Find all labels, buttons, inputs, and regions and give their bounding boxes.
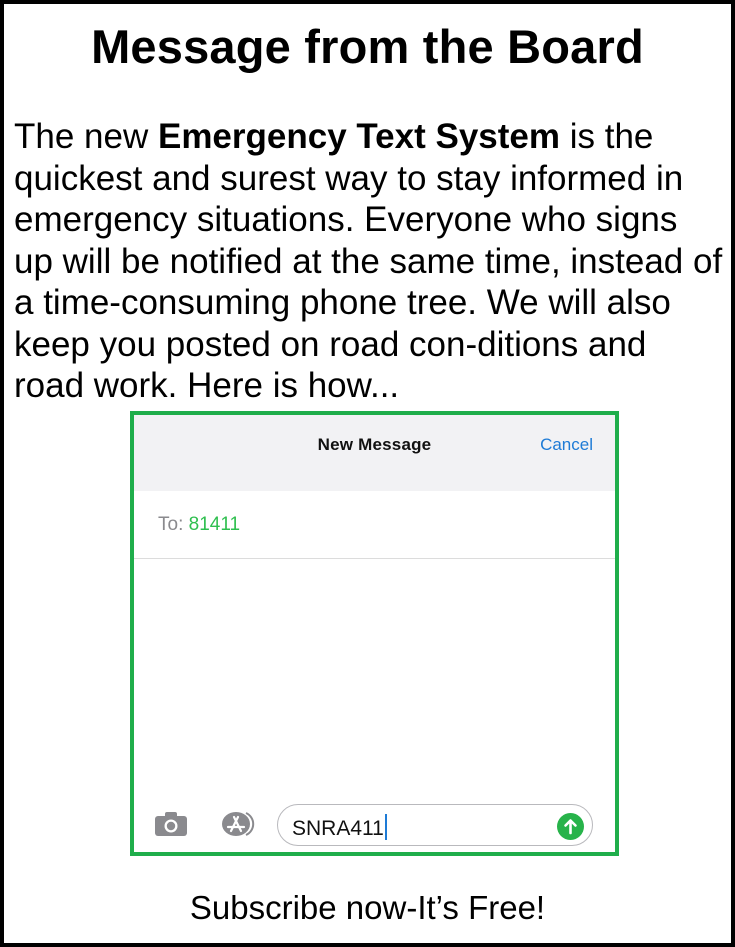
camera-icon[interactable]: [154, 811, 188, 837]
body-rest: is the quickest and surest way to stay i…: [14, 117, 723, 405]
recipient-row[interactable]: To: 81411: [134, 491, 615, 559]
flyer-page: Message from the Board The new Emergency…: [0, 0, 735, 947]
to-label: To:: [158, 514, 189, 535]
message-input[interactable]: SNRA411: [277, 804, 593, 846]
message-nav-bar: New Message Cancel: [134, 415, 615, 491]
cancel-button[interactable]: Cancel: [540, 435, 593, 455]
phone-screenshot: New Message Cancel To: 81411 SNRA411: [130, 411, 619, 856]
page-title: Message from the Board: [91, 20, 644, 73]
body-intro: The new: [14, 117, 158, 156]
footer-cta: Subscribe now-It’s Free!: [189, 889, 546, 926]
compose-bar: SNRA411: [134, 803, 615, 853]
to-field[interactable]: To: 81411: [158, 514, 240, 536]
send-button[interactable]: [557, 813, 584, 840]
body-paragraph: The new Emergency Text System is the qui…: [14, 116, 726, 407]
body-bold-phrase: Emergency Text System: [157, 117, 561, 156]
send-arrow-icon: [564, 819, 577, 835]
recipient-number: 81411: [188, 514, 241, 535]
text-caret: [384, 814, 387, 840]
message-text: SNRA411: [292, 817, 384, 840]
message-input-text: SNRA411: [292, 814, 387, 841]
app-store-icon[interactable]: [216, 809, 260, 839]
